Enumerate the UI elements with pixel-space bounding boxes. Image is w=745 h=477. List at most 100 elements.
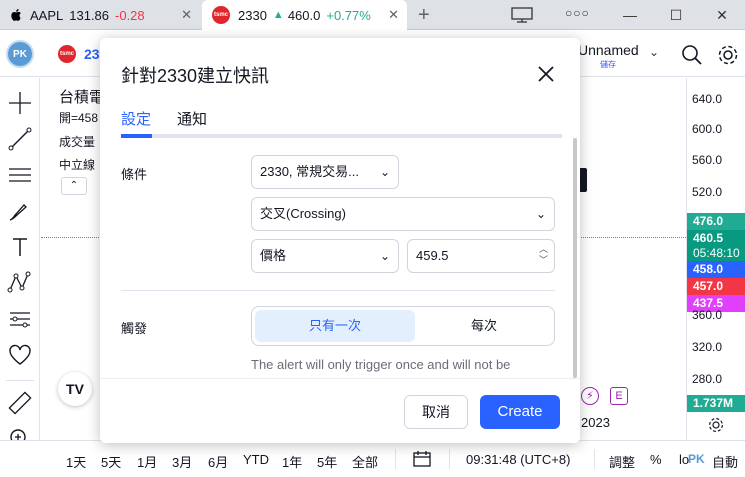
trend-line-icon[interactable] xyxy=(7,126,33,152)
apple-icon xyxy=(11,9,21,21)
percent-toggle[interactable]: % xyxy=(650,452,662,467)
legend-title[interactable]: 台積電 xyxy=(59,86,104,107)
select-value: 2330, 常規交易... xyxy=(260,164,359,179)
chevron-down-icon: ⌄ xyxy=(535,207,546,221)
heart-icon[interactable] xyxy=(7,342,33,368)
trigger-every-option[interactable]: 每次 xyxy=(417,310,551,342)
alert-icon[interactable]: ⚡ xyxy=(581,387,599,405)
input-value: 459.5 xyxy=(416,248,449,263)
window-controls: — ☐ ✕ xyxy=(607,0,745,30)
trigger-once-option[interactable]: 只有一次 xyxy=(255,310,415,342)
stepper-arrows-icon[interactable]: ︿ ﹀ xyxy=(539,244,548,266)
date-range-icon[interactable] xyxy=(412,450,432,468)
price-tick: 600.0 xyxy=(692,122,723,136)
legend-neutral[interactable]: 中立線 xyxy=(59,156,95,173)
close-icon[interactable] xyxy=(534,62,558,86)
bottom-divider xyxy=(395,449,396,469)
measure-lines-icon[interactable] xyxy=(7,306,33,332)
price-value-input[interactable]: 459.5 ︿ ﹀ xyxy=(407,239,555,273)
chart-marker xyxy=(579,168,587,192)
search-icon[interactable] xyxy=(681,44,703,66)
countdown-label: 05:48:10 xyxy=(687,245,745,262)
tradingview-logo-icon[interactable]: TV xyxy=(58,372,92,406)
new-tab-button[interactable]: + xyxy=(418,4,430,27)
tab-settings[interactable]: 設定 xyxy=(121,108,151,129)
tsmc-logo-icon: tsmc xyxy=(58,45,76,63)
dialog-scrollbar[interactable] xyxy=(573,138,577,378)
price-tick: 520.0 xyxy=(692,185,723,199)
range-all[interactable]: 全部 xyxy=(352,452,378,471)
crosshair-icon[interactable] xyxy=(7,90,33,116)
layout-icon[interactable] xyxy=(510,6,534,24)
create-alert-dialog: 針對2330建立快訊 設定 通知 條件 2330, 常規交易... ⌄ 交叉(C… xyxy=(100,38,580,443)
save-label[interactable]: 儲存 xyxy=(600,59,616,70)
adjust-toggle[interactable]: 調整 xyxy=(609,452,635,471)
active-tab-indicator xyxy=(121,134,152,138)
price-scale[interactable]: 640.0 600.0 560.0 520.0 476.0 460.5 05:4… xyxy=(686,78,745,450)
tab-price: 131.86 xyxy=(69,7,110,23)
range-1d[interactable]: 1天 xyxy=(66,452,86,471)
range-5d[interactable]: 5天 xyxy=(101,452,121,471)
value-type-select[interactable]: 價格 ⌄ xyxy=(251,239,399,273)
up-arrow-icon: ▲ xyxy=(272,9,284,21)
tab-notifications[interactable]: 通知 xyxy=(177,108,207,129)
range-ytd[interactable]: YTD xyxy=(243,452,269,467)
layout-name[interactable]: Unnamed xyxy=(578,42,639,58)
range-3m[interactable]: 3月 xyxy=(172,452,192,471)
maximize-button[interactable]: ☐ xyxy=(653,0,699,30)
minimize-button[interactable]: — xyxy=(607,0,653,30)
price-tick: 320.0 xyxy=(692,340,723,354)
close-tab-icon[interactable]: ✕ xyxy=(388,7,399,23)
close-tab-icon[interactable]: ✕ xyxy=(181,7,192,23)
tab-symbol: 2330 xyxy=(238,7,267,23)
watermark: PK xyxy=(688,452,705,466)
cancel-button[interactable]: 取消 xyxy=(404,395,468,429)
price-tick: 640.0 xyxy=(692,92,723,106)
trigger-description: The alert will only trigger once and wil… xyxy=(251,357,511,372)
range-5y[interactable]: 5年 xyxy=(317,452,337,471)
more-options-icon[interactable]: ○○○ xyxy=(565,6,590,20)
browser-tab-aapl[interactable]: AAPL 131.86 -0.28 ✕ xyxy=(0,0,200,30)
auto-toggle[interactable]: 自動 xyxy=(712,452,738,471)
price-tick: 560.0 xyxy=(692,153,723,167)
earnings-icon[interactable]: E xyxy=(610,387,628,405)
gear-icon[interactable] xyxy=(707,416,725,434)
condition-symbol-select[interactable]: 2330, 常規交易... ⌄ xyxy=(251,155,399,189)
symbol-search-button[interactable]: tsmc 23 xyxy=(58,45,100,63)
bottom-divider xyxy=(594,449,595,469)
range-1m[interactable]: 1月 xyxy=(137,452,157,471)
tsmc-logo-icon: tsmc xyxy=(212,6,230,24)
range-6m[interactable]: 6月 xyxy=(208,452,228,471)
legend-volume[interactable]: 成交量 xyxy=(59,133,95,150)
gear-icon[interactable] xyxy=(716,43,740,67)
browser-tab-strip: AAPL 131.86 -0.28 ✕ tsmc 2330 ▲ 460.0 +0… xyxy=(0,0,745,30)
window-close-button[interactable]: ✕ xyxy=(699,0,745,30)
tab-symbol: AAPL xyxy=(30,7,64,23)
condition-operator-select[interactable]: 交叉(Crossing) ⌄ xyxy=(251,197,555,231)
bottom-toolbar: 1天 5天 1月 3月 6月 YTD 1年 5年 全部 09:31:48 (UT… xyxy=(0,440,745,477)
volume-label: 1.737M xyxy=(687,395,745,412)
tab-change: +0.77% xyxy=(326,7,371,23)
price-line xyxy=(41,237,101,238)
create-button[interactable]: Create xyxy=(480,395,560,429)
timezone-clock[interactable]: 09:31:48 (UTC+8) xyxy=(466,452,570,467)
horizontal-lines-icon[interactable] xyxy=(7,162,33,188)
text-tool-icon[interactable] xyxy=(7,234,33,260)
symbol-label: 23 xyxy=(84,46,100,62)
legend-open: 開=458 xyxy=(59,111,99,125)
avatar[interactable]: PK xyxy=(6,40,34,68)
pattern-icon[interactable] xyxy=(7,270,33,296)
tab-underline xyxy=(121,134,562,138)
price-label: 457.0 xyxy=(687,278,745,295)
browser-tab-2330[interactable]: tsmc 2330 ▲ 460.0 +0.77% ✕ xyxy=(202,0,407,30)
brush-icon[interactable] xyxy=(7,198,33,224)
chevron-down-icon[interactable]: ⌄ xyxy=(649,45,659,59)
range-1y[interactable]: 1年 xyxy=(282,452,302,471)
bottom-divider xyxy=(449,449,450,469)
legend-collapse-button[interactable]: ⌃ xyxy=(61,177,87,195)
chevron-down-icon: ⌄ xyxy=(379,165,390,179)
price-tick: 360.0 xyxy=(692,308,723,322)
condition-label: 條件 xyxy=(121,167,148,182)
dialog-footer: 取消 Create xyxy=(100,378,580,443)
ruler-icon[interactable] xyxy=(7,390,33,416)
